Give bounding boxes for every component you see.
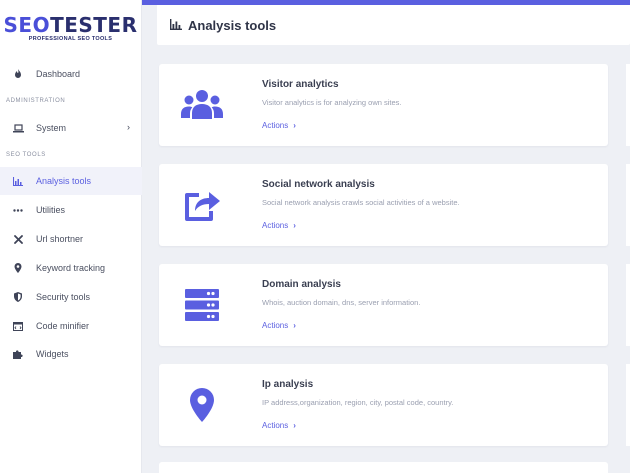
brand-name-part2: TESTER [50,12,138,37]
chevron-right-icon: › [293,421,296,430]
sidebar-item-widgets[interactable]: Widgets [0,340,142,368]
ellipsis-icon [12,204,24,216]
card-right-column-partial [626,164,630,246]
actions-link[interactable]: Actions › [262,221,296,230]
sidebar-item-label: Url shortner [36,234,84,244]
actions-label: Actions [262,221,289,230]
share-icon [179,184,225,226]
puzzle-icon [12,348,24,360]
sidebar: SEOTESTER PROFESSIONAL SEO TOOLS Dashboa… [0,0,142,473]
bar-chart-icon [170,19,182,31]
sidebar-item-analysis-tools[interactable]: Analysis tools [0,167,142,195]
sidebar-item-label: Dashboard [36,69,81,79]
chevron-right-icon: › [293,121,296,130]
code-icon [12,320,24,332]
card-right-column-partial [626,64,630,146]
card-next-partial [159,462,608,473]
laptop-icon [12,122,24,134]
card-right-column-partial [626,264,630,346]
page-title: Analysis tools [188,17,277,33]
actions-label: Actions [262,421,289,430]
sidebar-item-label: Security tools [36,292,91,302]
sidebar-item-label: Widgets [36,349,69,359]
brand-name: SEOTESTER [4,15,138,35]
sidebar-item-label: Utilities [36,205,66,215]
fire-icon [12,68,24,80]
card-title: Visitor analytics [262,79,339,90]
tools-icon [12,233,24,245]
sidebar-item-label: Code minifier [36,321,90,331]
sidebar-item-security-tools[interactable]: Security tools [0,283,142,311]
shield-icon [12,291,24,303]
card-title: Domain analysis [262,279,341,290]
actions-link[interactable]: Actions › [262,421,296,430]
card-description: Whois, auction domain, dns, server infor… [262,298,421,307]
sidebar-item-label: Analysis tools [36,176,92,186]
card-ip-analysis: Ip analysis IP address,organization, reg… [159,364,608,446]
sidebar-item-dashboard[interactable]: Dashboard [0,60,142,88]
brand-logo[interactable]: SEOTESTER PROFESSIONAL SEO TOOLS [0,0,141,52]
chevron-right-icon: › [127,122,130,132]
sidebar-item-keyword-tracking[interactable]: Keyword tracking [0,254,142,282]
card-right-column-partial [626,364,630,446]
actions-link[interactable]: Actions › [262,121,296,130]
section-label-administration: ADMINISTRATION [6,98,66,104]
sidebar-item-system[interactable]: System › [0,114,142,142]
sidebar-item-label: System [36,123,67,133]
sidebar-item-code-minifier[interactable]: Code minifier [0,312,142,340]
sidebar-item-label: Keyword tracking [36,263,106,273]
card-visitor-analytics: Visitor analytics Visitor analytics is f… [159,64,608,146]
card-domain-analysis: Domain analysis Whois, auction domain, d… [159,264,608,346]
card-description: Social network analysis crawls social ac… [262,198,460,207]
card-social-network-analysis: Social network analysis Social network a… [159,164,608,246]
sidebar-item-url-shortner[interactable]: Url shortner [0,225,142,253]
actions-link[interactable]: Actions › [262,321,296,330]
server-icon [179,284,225,326]
users-icon [179,84,225,126]
chevron-right-icon: › [293,221,296,230]
brand-tagline: PROFESSIONAL SEO TOOLS [28,35,113,42]
page-header: Analysis tools [157,5,630,45]
section-label-seo-tools: SEO TOOLS [6,152,46,158]
map-pin-icon [12,262,24,274]
actions-label: Actions [262,121,289,130]
card-title: Social network analysis [262,179,375,190]
map-marker-icon [179,384,225,426]
card-description: IP address,organization, region, city, p… [262,398,454,407]
bar-chart-icon [12,175,24,187]
card-description: Visitor analytics is for analyzing own s… [262,98,402,107]
brand-name-part1: SEO [3,12,51,37]
card-title: Ip analysis [262,379,314,390]
chevron-right-icon: › [293,321,296,330]
sidebar-item-utilities[interactable]: Utilities [0,196,142,224]
actions-label: Actions [262,321,289,330]
